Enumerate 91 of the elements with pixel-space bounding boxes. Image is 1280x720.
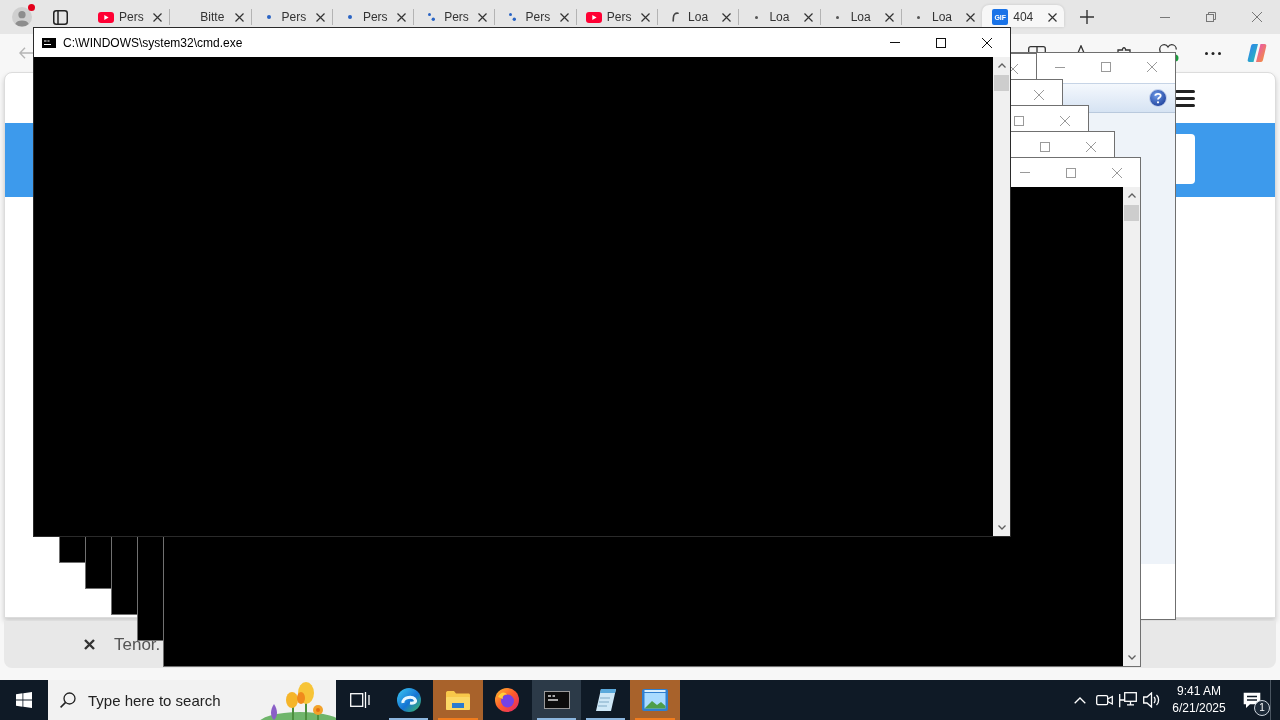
browser-tab[interactable]: Bitte [169, 5, 251, 27]
close-icon [1112, 167, 1122, 178]
search-icon [60, 692, 76, 708]
close-icon[interactable] [803, 12, 813, 22]
video-camera-icon[interactable] [1095, 692, 1113, 708]
scrollbar[interactable] [1123, 187, 1140, 666]
loading-dots-icon [427, 13, 435, 21]
clock-time: 9:41 AM [1177, 683, 1221, 700]
close-icon [1060, 115, 1070, 126]
notepad-icon [593, 688, 618, 712]
console-icon [42, 37, 56, 48]
close-icon [1147, 62, 1157, 72]
close-icon [982, 37, 992, 48]
speech-bubble-icon [1243, 691, 1261, 709]
browser-tab[interactable]: Loa [819, 5, 901, 27]
close-icon[interactable] [641, 12, 651, 22]
close-icon[interactable] [234, 12, 244, 22]
close-icon[interactable] [153, 12, 163, 22]
browser-tab[interactable]: Loa [657, 5, 739, 27]
browser-tab[interactable]: Loa [738, 5, 820, 27]
minimize-icon [1020, 172, 1030, 173]
maximize-icon [1040, 141, 1050, 152]
chevron-up-icon [1127, 193, 1136, 198]
start-icon [16, 692, 32, 708]
loading-dot-icon [754, 15, 758, 19]
window-title: C:\WINDOWS\system32\cmd.exe [63, 35, 243, 50]
loading-dot-icon [917, 15, 921, 19]
task-view-icon [350, 691, 370, 709]
scroll-thumb[interactable] [994, 75, 1009, 91]
close-icon[interactable] [315, 12, 325, 22]
maximize-icon [1014, 115, 1024, 126]
close-icon [1034, 89, 1044, 100]
restore-icon [1206, 12, 1216, 22]
clock-date: 6/21/2025 [1172, 700, 1226, 717]
browser-tab[interactable]: Pers [88, 5, 170, 27]
picture-window-icon [642, 689, 669, 711]
panel-icon [52, 10, 68, 25]
browser-tab[interactable]: Pers [250, 5, 332, 27]
plus-icon [1079, 10, 1094, 24]
maximize-icon [1101, 62, 1111, 72]
minimize-icon [1160, 16, 1170, 18]
loading-dots-icon [509, 13, 516, 21]
close-icon[interactable] [397, 12, 407, 22]
notifications-button[interactable]: 1 [1234, 680, 1270, 720]
browser-tab[interactable]: Pers [413, 5, 495, 27]
search-box[interactable]: Type here to search [48, 680, 336, 720]
site-label: Tenor. [114, 634, 161, 655]
browser-tab[interactable]: Pers [331, 5, 414, 27]
close-icon[interactable] [1047, 12, 1057, 22]
close-icon[interactable] [478, 12, 488, 22]
taskbar-app-button[interactable] [531, 680, 582, 720]
browser-tab[interactable]: Loa [900, 5, 983, 27]
chevron-up-icon[interactable] [1074, 696, 1086, 704]
swirl-logo-icon[interactable] [1247, 43, 1267, 63]
close-icon[interactable] [884, 12, 894, 22]
network-icon[interactable] [1119, 692, 1137, 708]
browser-tab[interactable]: Pers [575, 5, 658, 27]
loading-dot-icon [836, 15, 840, 19]
video-play-icon [98, 11, 114, 23]
maximize-icon [936, 37, 946, 48]
terminal-icon [543, 691, 570, 709]
fox-globe-icon [495, 688, 520, 712]
wave-globe-icon [396, 688, 421, 712]
loading-dot-icon [266, 15, 271, 19]
minimize-icon [1055, 66, 1065, 68]
close-icon[interactable] [559, 12, 569, 22]
maximize-icon [1066, 167, 1076, 178]
loading-dot-icon [347, 15, 352, 19]
notification-count: 1 [1254, 700, 1270, 716]
close-icon[interactable] [966, 12, 976, 22]
chevron-down-icon [997, 525, 1006, 530]
close-icon[interactable] [84, 639, 95, 650]
help-icon[interactable] [1149, 89, 1167, 107]
menu-icon[interactable] [1175, 89, 1195, 107]
close-icon [1008, 63, 1018, 74]
scrollbar[interactable] [993, 57, 1010, 536]
close-icon [1252, 12, 1262, 22]
folder-icon [445, 690, 470, 710]
minimize-icon [890, 42, 900, 43]
chevron-down-icon [1127, 655, 1136, 660]
more-icon [1205, 51, 1221, 55]
avatar-icon [12, 7, 32, 27]
scroll-thumb[interactable] [1124, 205, 1139, 221]
flowers-icon [260, 680, 336, 720]
spinner-icon [671, 12, 679, 22]
browser-tab[interactable]: Pers [494, 5, 576, 27]
video-play-icon [585, 11, 602, 23]
close-icon [1086, 141, 1096, 152]
close-icon[interactable] [722, 12, 732, 22]
speaker-icon[interactable] [1143, 692, 1161, 708]
chevron-up-icon [997, 63, 1006, 68]
